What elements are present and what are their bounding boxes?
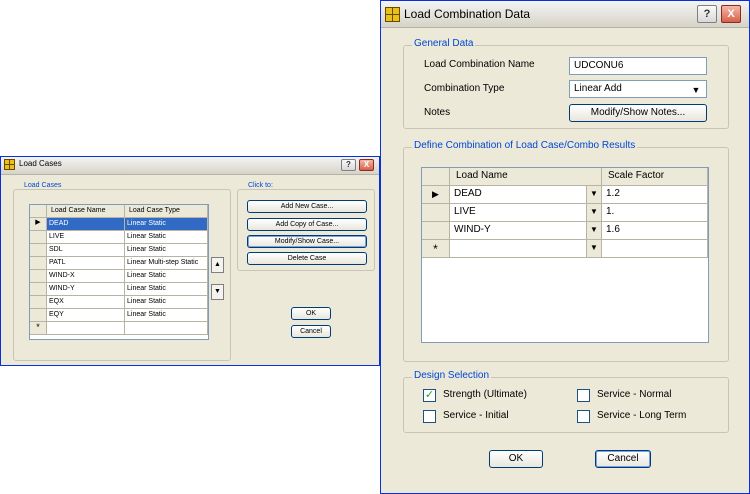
load-cases-group-label: Load Cases	[22, 182, 64, 189]
scale-factor-cell[interactable]: 1.6	[602, 222, 708, 240]
column-header-type[interactable]: Load Case Type	[125, 205, 208, 218]
column-header-load-name[interactable]: Load Name	[450, 168, 602, 186]
row-header[interactable]	[30, 309, 47, 322]
load-name-value: WIND-Y	[454, 224, 491, 235]
table-corner	[30, 205, 47, 218]
scale-factor-cell[interactable]: 1.	[602, 204, 708, 222]
cancel-button[interactable]: Cancel	[595, 450, 651, 468]
row-header[interactable]	[30, 244, 47, 257]
load-name-value: LIVE	[454, 206, 476, 217]
table-row[interactable]: SDL	[47, 244, 125, 257]
table-row[interactable]: Linear Static	[125, 283, 208, 296]
click-to-label: Click to:	[246, 182, 275, 189]
chevron-down-icon: ▼	[691, 85, 701, 95]
table-row[interactable]: DEAD	[47, 218, 125, 231]
app-icon	[385, 7, 400, 22]
ok-button[interactable]: OK	[489, 450, 543, 468]
load-name-dropdown[interactable]: DEAD ▼	[450, 186, 602, 204]
service-initial-checkbox[interactable]	[423, 410, 436, 423]
combination-type-value: Linear Add	[574, 83, 622, 94]
table-row[interactable]: Linear Static	[125, 270, 208, 283]
chevron-down-icon[interactable]: ▼	[586, 240, 601, 257]
add-copy-case-button[interactable]: Add Copy of Case...	[247, 218, 367, 231]
row-header[interactable]	[30, 270, 47, 283]
modify-show-case-button[interactable]: Modify/Show Case...	[247, 235, 367, 248]
scale-factor-cell[interactable]: 1.2	[602, 186, 708, 204]
load-combination-dialog: Load Combination Data ? X General Data L…	[380, 0, 750, 494]
new-row-name[interactable]	[47, 322, 125, 335]
service-normal-checkbox[interactable]	[577, 389, 590, 402]
column-header-scale-factor[interactable]: Scale Factor	[602, 168, 708, 186]
service-initial-label: Service - Initial	[443, 410, 509, 421]
combination-grid[interactable]: Load Name Scale Factor ▶ DEAD ▼ 1.2 LIVE…	[421, 167, 709, 343]
combination-type-select[interactable]: Linear Add ▼	[569, 80, 707, 98]
row-header[interactable]	[422, 204, 450, 222]
add-new-case-button[interactable]: Add New Case...	[247, 200, 367, 213]
ok-button[interactable]: OK	[291, 307, 331, 320]
table-row[interactable]: WIND-Y	[47, 283, 125, 296]
define-combination-label: Define Combination of Load Case/Combo Re…	[412, 140, 638, 151]
table-row[interactable]: PATL	[47, 257, 125, 270]
new-row-marker[interactable]: *	[422, 240, 450, 258]
delete-case-button[interactable]: Delete Case	[247, 252, 367, 265]
chevron-down-icon[interactable]: ▼	[586, 186, 601, 203]
table-row[interactable]: LIVE	[47, 231, 125, 244]
new-load-name-dropdown[interactable]: ▼	[450, 240, 602, 258]
combo-titlebar[interactable]: Load Combination Data ? X	[381, 1, 749, 28]
move-down-button[interactable]: ▼	[211, 284, 224, 300]
table-row[interactable]: Linear Static	[125, 296, 208, 309]
combination-name-input[interactable]: UDCONU6	[569, 57, 707, 75]
service-normal-label: Service - Normal	[597, 389, 672, 400]
combination-type-label: Combination Type	[424, 83, 505, 94]
table-row[interactable]: Linear Static	[125, 309, 208, 322]
table-row[interactable]: EQY	[47, 309, 125, 322]
table-row[interactable]: Linear Static	[125, 218, 208, 231]
app-icon	[4, 159, 15, 170]
combination-name-label: Load Combination Name	[424, 59, 535, 70]
row-header[interactable]	[422, 222, 450, 240]
table-row[interactable]: Linear Multi-step Static	[125, 257, 208, 270]
modify-show-notes-button[interactable]: Modify/Show Notes...	[569, 104, 707, 122]
help-button[interactable]: ?	[697, 5, 717, 23]
combination-name-value: UDCONU6	[574, 60, 624, 71]
table-row[interactable]: EQX	[47, 296, 125, 309]
move-up-button[interactable]: ▲	[211, 257, 224, 273]
close-button[interactable]: X	[721, 5, 741, 23]
combo-title: Load Combination Data	[404, 7, 531, 21]
notes-label: Notes	[424, 107, 451, 118]
load-name-dropdown[interactable]: WIND-Y ▼	[450, 222, 602, 240]
service-long-term-label: Service - Long Term	[597, 410, 687, 421]
strength-ultimate-label: Strength (Ultimate)	[443, 389, 527, 400]
column-header-name[interactable]: Load Case Name	[47, 205, 125, 218]
service-long-term-checkbox[interactable]	[577, 410, 590, 423]
row-indicator-icon[interactable]: ▶	[422, 186, 450, 204]
load-name-dropdown[interactable]: LIVE ▼	[450, 204, 602, 222]
chevron-down-icon[interactable]: ▼	[586, 204, 601, 221]
close-button[interactable]: X	[359, 159, 374, 171]
general-data-label: General Data	[412, 38, 476, 49]
row-header[interactable]	[30, 231, 47, 244]
new-scale-factor-cell[interactable]	[602, 240, 708, 258]
row-header[interactable]	[30, 257, 47, 270]
chevron-down-icon[interactable]: ▼	[586, 222, 601, 239]
grid-corner	[422, 168, 450, 186]
load-cases-dialog: Load Cases ? X Load Cases Load Case Name…	[0, 156, 380, 366]
row-header[interactable]	[30, 296, 47, 309]
strength-ultimate-checkbox[interactable]: ✓	[423, 389, 436, 402]
load-cases-title: Load Cases	[19, 159, 62, 168]
row-indicator-icon[interactable]: ▶	[30, 218, 47, 231]
new-row-marker[interactable]: *	[30, 322, 47, 335]
load-cases-table[interactable]: Load Case Name Load Case Type ▶ DEAD Lin…	[29, 204, 209, 340]
load-name-value: DEAD	[454, 188, 482, 199]
table-row[interactable]: Linear Static	[125, 244, 208, 257]
cancel-button[interactable]: Cancel	[291, 325, 331, 338]
table-row[interactable]: WIND-X	[47, 270, 125, 283]
help-button[interactable]: ?	[341, 159, 356, 171]
design-selection-group: Design Selection	[403, 370, 729, 433]
new-row-type[interactable]	[125, 322, 208, 335]
load-cases-titlebar[interactable]: Load Cases ? X	[1, 157, 379, 175]
row-header[interactable]	[30, 283, 47, 296]
table-row[interactable]: Linear Static	[125, 231, 208, 244]
design-selection-label: Design Selection	[412, 370, 492, 381]
